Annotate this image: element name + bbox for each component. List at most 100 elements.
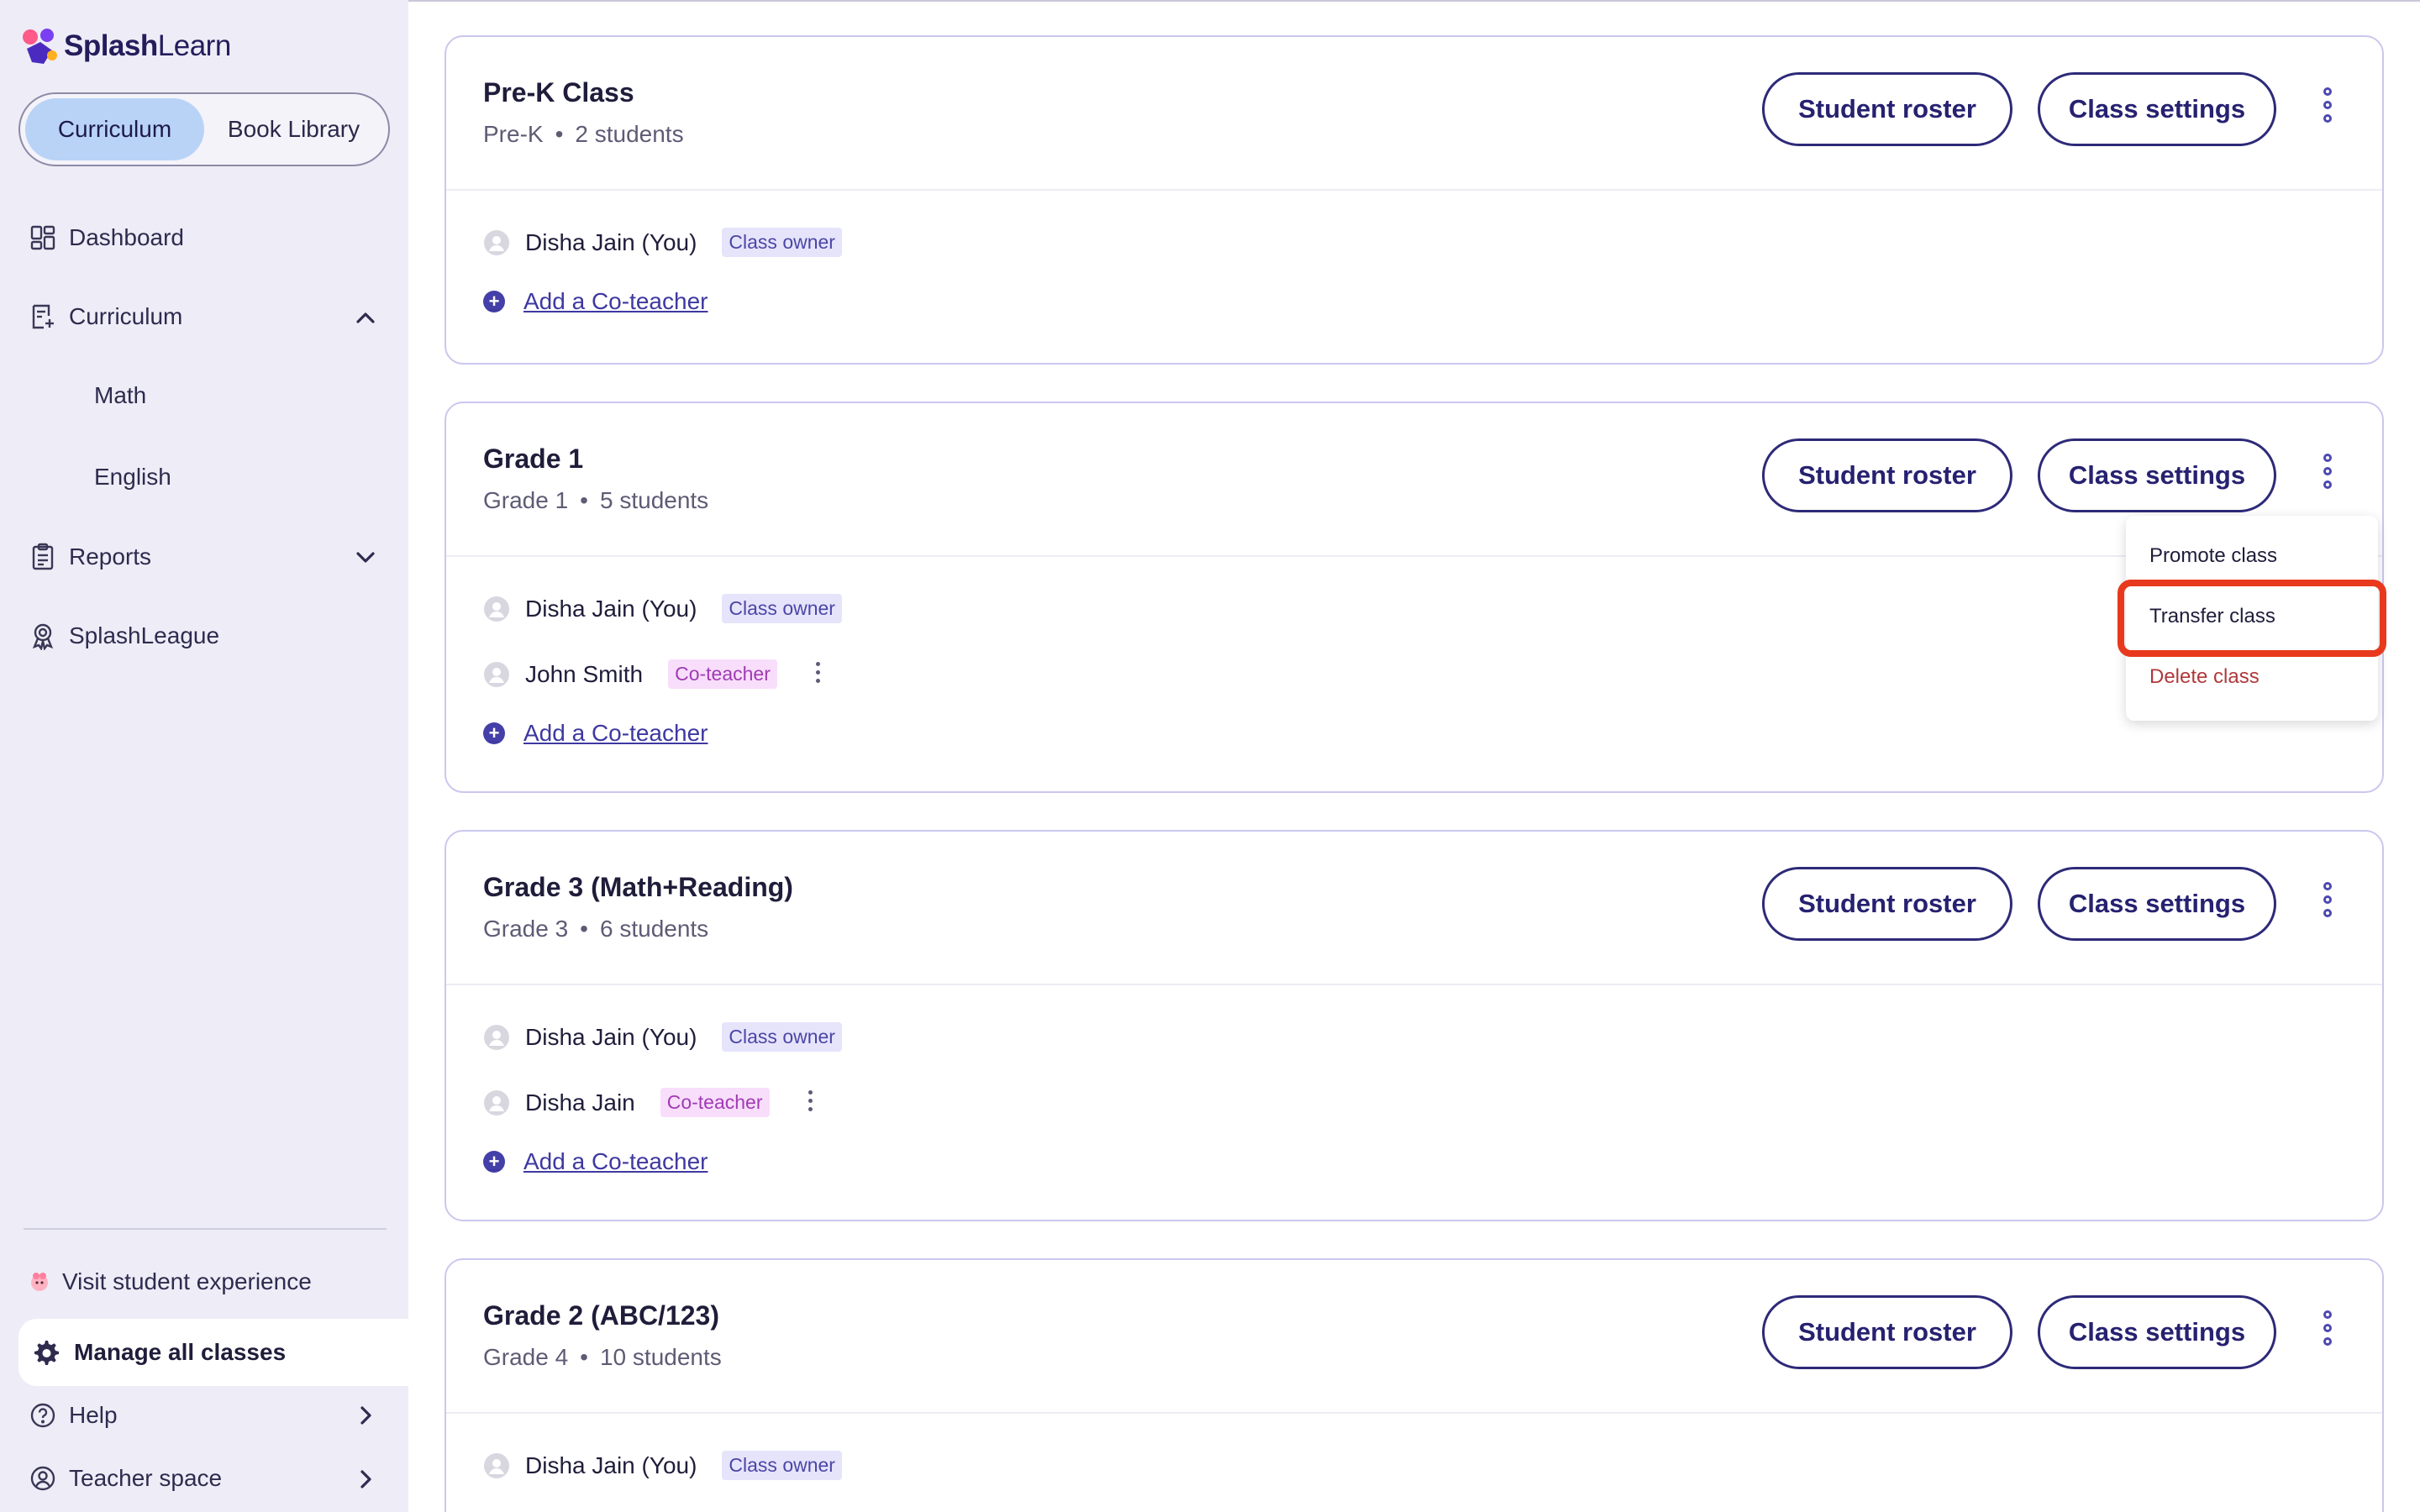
- curriculum-icon: [32, 304, 54, 329]
- class-card-header: Pre-K Class Pre-K • 2 students Student ros…: [446, 37, 2382, 191]
- co-teacher-badge: Co-teacher: [660, 1088, 770, 1117]
- teacher-row: Disha Jain (You) Class owner: [483, 228, 842, 257]
- class-card-header: Grade 2 (ABC/123) Grade 4 • 10 students St…: [446, 1260, 2382, 1414]
- menu-item-promote-class[interactable]: Promote class: [2149, 544, 2277, 568]
- class-settings-button[interactable]: Class settings: [2038, 72, 2276, 146]
- visit-student-experience-label: Visit student experience: [62, 1268, 312, 1294]
- class-card: Grade 1 Grade 1 • 5 students Student roste…: [445, 402, 2384, 793]
- class-title: Grade 1: [483, 444, 584, 474]
- co-teacher-badge: Co-teacher: [668, 659, 777, 689]
- separator-dot: •: [555, 121, 564, 147]
- class-settings-button[interactable]: Class settings: [2038, 438, 2276, 512]
- class-options-menu: Promote class Transfer class Delete clas…: [2126, 516, 2378, 721]
- add-co-teacher-link[interactable]: + Add a Co-teacher: [483, 720, 708, 747]
- class-card: Grade 3 (Math+Reading) Grade 3 • 6 student…: [445, 830, 2384, 1221]
- student-roster-button[interactable]: Student roster: [1762, 72, 2012, 146]
- add-co-teacher-label: Add a Co-teacher: [523, 1148, 708, 1174]
- teacher-row: Disha Jain (You) Class owner: [483, 1451, 842, 1480]
- add-co-teacher-label: Add a Co-teacher: [523, 288, 708, 314]
- sidebar-item-label: Curriculum: [69, 303, 183, 329]
- class-settings-button[interactable]: Class settings: [2038, 1295, 2276, 1369]
- class-card-header: Grade 3 (Math+Reading) Grade 3 • 6 student…: [446, 832, 2382, 985]
- separator-dot: •: [580, 1344, 588, 1370]
- class-grade: Grade 3: [483, 916, 569, 942]
- avatar-icon: [484, 1452, 509, 1478]
- avatar-icon: [484, 661, 509, 687]
- class-student-count: 10 students: [599, 1344, 722, 1370]
- teacher-name: Disha Jain (You): [525, 228, 697, 255]
- chevron-right-icon[interactable]: [351, 1401, 380, 1430]
- add-co-teacher-label: Add a Co-teacher: [523, 720, 708, 746]
- teacher-row: Disha Jain (You) Class owner: [483, 594, 842, 623]
- sidebar-item-reports[interactable]: Reports: [29, 543, 151, 571]
- student-roster-button[interactable]: Student roster: [1762, 438, 2012, 512]
- avatar-icon: [484, 1024, 509, 1050]
- sidebar-item-label: Reports: [69, 543, 152, 570]
- class-student-count: 2 students: [575, 121, 684, 147]
- sidebar: SplashLearn Curriculum Book Library Dash…: [0, 0, 408, 1512]
- teacher-name: Disha Jain (You): [525, 595, 697, 622]
- chevron-down-icon[interactable]: [351, 543, 380, 571]
- class-subtitle: Grade 4 • 10 students: [483, 1344, 722, 1371]
- sidebar-item-math[interactable]: Math: [94, 382, 146, 409]
- sidebar-item-english[interactable]: English: [94, 464, 171, 491]
- menu-item-transfer-class[interactable]: Transfer class: [2149, 605, 2275, 628]
- more-options-icon[interactable]: [2315, 87, 2340, 131]
- top-border: [408, 0, 2420, 2]
- reports-icon: [32, 543, 54, 570]
- more-options-icon[interactable]: [2315, 454, 2340, 497]
- student-roster-button[interactable]: Student roster: [1762, 867, 2012, 941]
- more-options-icon[interactable]: [2315, 1310, 2340, 1354]
- add-co-teacher-link[interactable]: + Add a Co-teacher: [483, 288, 708, 315]
- sidebar-item-label: Help: [69, 1402, 118, 1428]
- class-owner-badge: Class owner: [722, 1022, 842, 1052]
- class-owner-badge: Class owner: [722, 1451, 842, 1480]
- class-settings-button[interactable]: Class settings: [2038, 867, 2276, 941]
- toggle-curriculum[interactable]: Curriculum: [25, 98, 204, 160]
- teacher-name: John Smith: [525, 660, 644, 687]
- class-student-count: 6 students: [599, 916, 709, 942]
- help-icon: [30, 1403, 55, 1428]
- plus-circle-icon: +: [483, 1151, 505, 1173]
- user-circle-icon: [30, 1466, 55, 1491]
- sidebar-item-label: Dashboard: [69, 224, 184, 250]
- class-owner-badge: Class owner: [722, 228, 842, 257]
- class-grade: Grade 4: [483, 1344, 569, 1370]
- teacher-row: Disha Jain (You) Class owner: [483, 1022, 842, 1052]
- class-title: Pre-K Class: [483, 77, 634, 108]
- avatar-icon: [484, 1089, 509, 1116]
- class-owner-badge: Class owner: [722, 594, 842, 623]
- member-options-icon[interactable]: [803, 1089, 818, 1116]
- plus-circle-icon: +: [483, 291, 505, 312]
- class-card-header: Grade 1 Grade 1 • 5 students Student roste…: [446, 403, 2382, 557]
- plus-circle-icon: +: [483, 722, 505, 744]
- more-options-icon[interactable]: [2315, 882, 2340, 926]
- class-student-count: 5 students: [599, 487, 709, 513]
- curriculum-library-toggle: Curriculum Book Library: [18, 92, 390, 166]
- chevron-right-icon[interactable]: [351, 1465, 380, 1494]
- brand-name: SplashLearn: [64, 29, 231, 62]
- sidebar-item-teacher-space[interactable]: Teacher space: [29, 1464, 222, 1493]
- class-grade: Pre-K: [483, 121, 544, 147]
- teacher-row: John Smith Co-teacher: [483, 659, 826, 689]
- menu-item-delete-class[interactable]: Delete class: [2149, 665, 2260, 689]
- class-subtitle: Grade 1 • 5 students: [483, 487, 708, 514]
- toggle-book-library[interactable]: Book Library: [204, 98, 383, 160]
- splashlearn-logo[interactable]: SplashLearn: [18, 24, 231, 69]
- sidebar-item-help[interactable]: Help: [29, 1401, 118, 1430]
- sidebar-item-curriculum[interactable]: Curriculum: [29, 302, 182, 331]
- sidebar-item-splashleague[interactable]: SplashLeague: [29, 622, 219, 650]
- sidebar-item-dashboard[interactable]: Dashboard: [29, 223, 184, 252]
- visit-student-experience-link[interactable]: Visit student experience: [29, 1268, 312, 1295]
- avatar-icon: [484, 229, 509, 255]
- class-grade: Grade 1: [483, 487, 569, 513]
- add-co-teacher-link[interactable]: + Add a Co-teacher: [483, 1148, 708, 1175]
- class-subtitle: Pre-K • 2 students: [483, 121, 684, 148]
- avatar-icon: [484, 596, 509, 622]
- student-roster-button[interactable]: Student roster: [1762, 1295, 2012, 1369]
- manage-all-classes-item[interactable]: Manage all classes: [18, 1319, 408, 1386]
- member-options-icon[interactable]: [811, 661, 826, 687]
- chevron-up-icon[interactable]: [351, 304, 380, 333]
- dashboard-icon: [30, 225, 55, 250]
- class-title: Grade 3 (Math+Reading): [483, 872, 793, 902]
